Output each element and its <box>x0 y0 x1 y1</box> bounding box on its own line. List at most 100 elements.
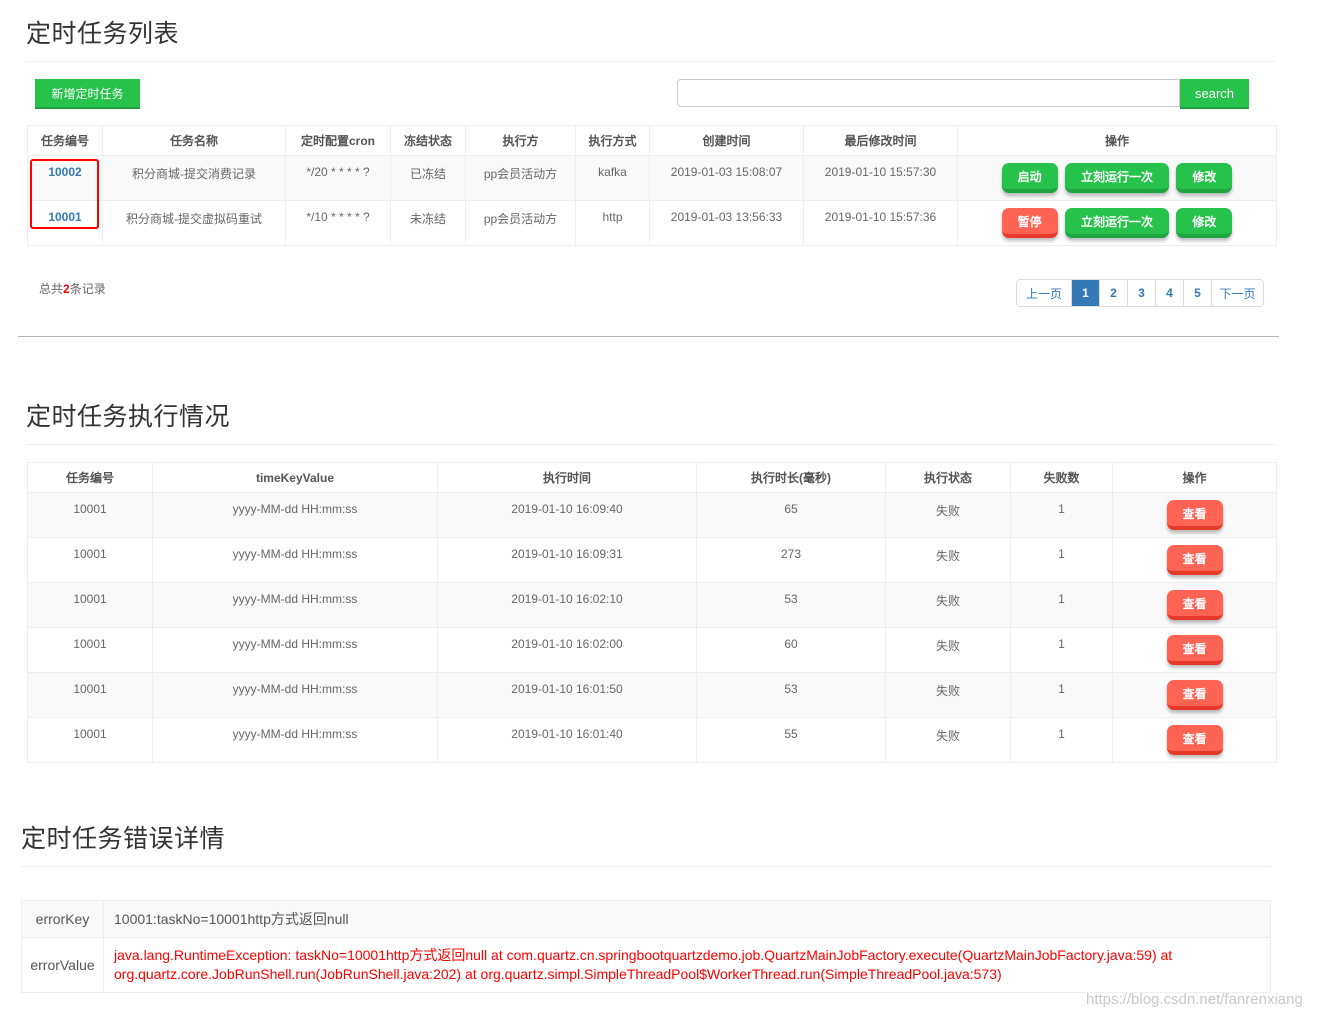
row-actions: 查看 <box>1112 627 1277 673</box>
view-button[interactable]: 查看 <box>1166 635 1223 665</box>
task-id: 10001 <box>27 717 153 763</box>
total-records: 总共2条记录 <box>39 282 106 296</box>
created-time: 2019-01-03 15:08:07 <box>649 155 804 201</box>
section-divider <box>18 336 1279 337</box>
table-row: 10001 yyyy-MM-dd HH:mm:ss 2019-01-10 16:09… <box>27 537 1277 583</box>
fail-count: 1 <box>1010 672 1113 718</box>
table-row: 10001 yyyy-MM-dd HH:mm:ss 2019-01-10 16:02… <box>27 582 1277 628</box>
fail-count: 1 <box>1010 537 1113 583</box>
exec-status: 失败 <box>885 582 1011 628</box>
col-duration: 执行时长(毫秒) <box>696 462 886 493</box>
fail-count: 1 <box>1010 492 1113 538</box>
duration: 60 <box>696 627 886 673</box>
col-frozen: 冻结状态 <box>390 125 466 156</box>
task-table: 任务编号 任务名称 定时配置cron 冻结状态 执行方 执行方式 创建时间 最后… <box>27 125 1277 246</box>
next-page-button[interactable]: 下一页 <box>1211 280 1263 306</box>
col-created: 创建时间 <box>649 125 804 156</box>
time-key: yyyy-MM-dd HH:mm:ss <box>152 582 438 628</box>
fail-count: 1 <box>1010 627 1113 673</box>
method: http <box>575 200 650 246</box>
time-key: yyyy-MM-dd HH:mm:ss <box>152 492 438 538</box>
page-button-1[interactable]: 1 <box>1071 280 1099 306</box>
exec-time: 2019-01-10 16:02:00 <box>437 627 697 673</box>
exec-status: 失败 <box>885 492 1011 538</box>
task-id: 10001 <box>27 537 153 583</box>
table-row: 10001 yyyy-MM-dd HH:mm:ss 2019-01-10 16:09… <box>27 492 1277 538</box>
title-divider <box>26 61 1276 62</box>
col-actions: 操作 <box>1112 462 1277 493</box>
edit-button[interactable]: 修改 <box>1176 208 1233 238</box>
task-cron: */20 * * * * ? <box>285 155 391 201</box>
frozen-status: 已冻结 <box>390 155 466 201</box>
start-button[interactable]: 启动 <box>1001 163 1058 193</box>
execution-table: 任务编号 timeKeyValue 执行时间 执行时长(毫秒) 执行状态 失败数… <box>27 462 1277 763</box>
col-fail-count: 失败数 <box>1010 462 1113 493</box>
view-button[interactable]: 查看 <box>1166 725 1223 755</box>
duration: 55 <box>696 717 886 763</box>
task-name: 积分商城-提交虚拟码重试 <box>102 200 286 246</box>
time-key: yyyy-MM-dd HH:mm:ss <box>152 627 438 673</box>
exec-status: 失败 <box>885 537 1011 583</box>
edit-button[interactable]: 修改 <box>1176 163 1233 193</box>
col-executor: 执行方 <box>465 125 576 156</box>
error-value-label: errorValue <box>21 937 104 993</box>
error-key-value: 10001:taskNo=10001http方式返回null <box>103 900 1271 938</box>
page-button-3[interactable]: 3 <box>1127 280 1155 306</box>
col-cron: 定时配置cron <box>285 125 391 156</box>
execution-title: 定时任务执行情况 <box>26 403 231 431</box>
error-key-label: errorKey <box>21 900 104 938</box>
col-method: 执行方式 <box>575 125 650 156</box>
table-row: 10001 积分商城-提交虚拟码重试 */10 * * * * ? 未冻结 pp… <box>27 200 1277 246</box>
prev-page-button[interactable]: 上一页 <box>1017 280 1071 306</box>
task-name: 积分商城-提交消费记录 <box>102 155 286 201</box>
task-id: 10001 <box>27 672 153 718</box>
error-value-text: java.lang.RuntimeException: taskNo=10001… <box>103 937 1271 993</box>
page-button-2[interactable]: 2 <box>1099 280 1127 306</box>
modified-time: 2019-01-10 15:57:30 <box>803 155 958 201</box>
exec-time: 2019-01-10 16:01:50 <box>437 672 697 718</box>
page-button-5[interactable]: 5 <box>1183 280 1211 306</box>
pause-button[interactable]: 暂停 <box>1001 208 1058 238</box>
view-button[interactable]: 查看 <box>1166 545 1223 575</box>
col-actions: 操作 <box>957 125 1277 156</box>
time-key: yyyy-MM-dd HH:mm:ss <box>152 672 438 718</box>
col-time-key: timeKeyValue <box>152 462 438 493</box>
time-key: yyyy-MM-dd HH:mm:ss <box>152 537 438 583</box>
error-value-line: org.quartz.core.JobRunShell.run(JobRunSh… <box>114 966 1002 982</box>
row-actions: 查看 <box>1112 537 1277 583</box>
duration: 273 <box>696 537 886 583</box>
row-actions: 暂停 立刻运行一次 修改 <box>957 200 1277 246</box>
duration: 53 <box>696 672 886 718</box>
run-once-button[interactable]: 立刻运行一次 <box>1065 163 1169 193</box>
total-count: 2 <box>63 282 70 296</box>
row-actions: 启动 立刻运行一次 修改 <box>957 155 1277 201</box>
table-row: 10001 yyyy-MM-dd HH:mm:ss 2019-01-10 16:01… <box>27 672 1277 718</box>
duration: 65 <box>696 492 886 538</box>
table-row: 10001 yyyy-MM-dd HH:mm:ss 2019-01-10 16:01… <box>27 717 1277 763</box>
page-button-4[interactable]: 4 <box>1155 280 1183 306</box>
search-button[interactable]: search <box>1180 79 1249 109</box>
time-key: yyyy-MM-dd HH:mm:ss <box>152 717 438 763</box>
error-value-row: errorValue java.lang.RuntimeException: t… <box>21 937 1271 993</box>
error-detail-table: errorKey 10001:taskNo=10001http方式返回null … <box>21 900 1271 993</box>
error-value-line: java.lang.RuntimeException: taskNo=10001… <box>114 947 1173 963</box>
frozen-status: 未冻结 <box>390 200 466 246</box>
modified-time: 2019-01-10 15:57:36 <box>803 200 958 246</box>
view-button[interactable]: 查看 <box>1166 500 1223 530</box>
pagination: 上一页 1 2 3 4 5 下一页 <box>1016 279 1264 307</box>
view-button[interactable]: 查看 <box>1166 590 1223 620</box>
title-divider <box>26 444 1276 445</box>
run-once-button[interactable]: 立刻运行一次 <box>1065 208 1169 238</box>
row-actions: 查看 <box>1112 717 1277 763</box>
error-key-row: errorKey 10001:taskNo=10001http方式返回null <box>21 900 1271 938</box>
col-task-id: 任务编号 <box>27 462 153 493</box>
add-task-button[interactable]: 新增定时任务 <box>35 79 140 109</box>
error-detail-title: 定时任务错误详情 <box>21 825 226 853</box>
view-button[interactable]: 查看 <box>1166 680 1223 710</box>
search-input[interactable] <box>677 79 1180 107</box>
duration: 53 <box>696 582 886 628</box>
execution-table-header: 任务编号 timeKeyValue 执行时间 执行时长(毫秒) 执行状态 失败数… <box>27 462 1277 493</box>
table-row: 10002 积分商城-提交消费记录 */20 * * * * ? 已冻结 pp会… <box>27 155 1277 201</box>
exec-time: 2019-01-10 16:09:40 <box>437 492 697 538</box>
exec-time: 2019-01-10 16:02:10 <box>437 582 697 628</box>
